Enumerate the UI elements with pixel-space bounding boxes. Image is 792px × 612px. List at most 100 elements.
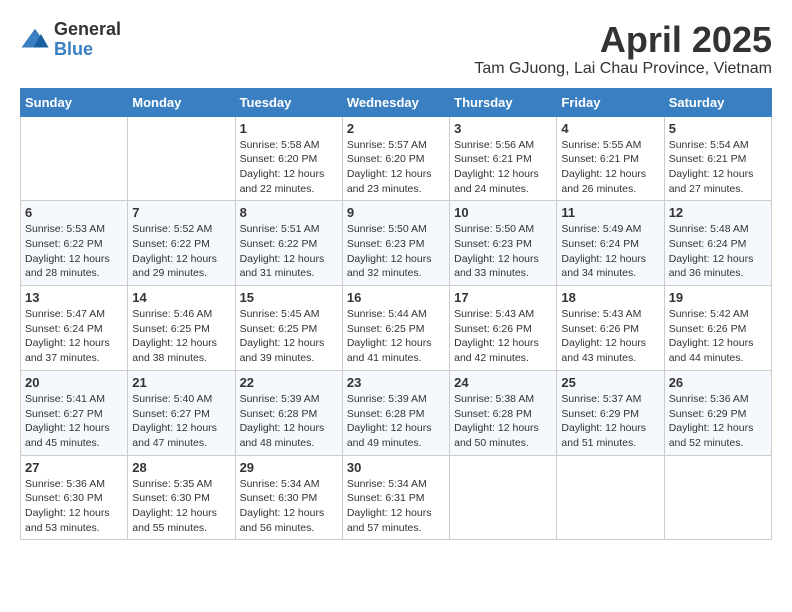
calendar-cell: 30Sunrise: 5:34 AM Sunset: 6:31 PM Dayli… <box>342 455 449 540</box>
cell-content: Sunrise: 5:44 AM Sunset: 6:25 PM Dayligh… <box>347 307 445 366</box>
weekday-header-wednesday: Wednesday <box>342 88 449 116</box>
cell-content: Sunrise: 5:53 AM Sunset: 6:22 PM Dayligh… <box>25 222 123 281</box>
cell-content: Sunrise: 5:43 AM Sunset: 6:26 PM Dayligh… <box>454 307 552 366</box>
calendar-cell: 10 Sunrise: 5:50 AM Sunset: 6:23 PM Dayli… <box>450 201 557 286</box>
cell-content: Sunrise: 5:43 AM Sunset: 6:26 PM Dayligh… <box>561 307 659 366</box>
calendar-cell: 11 Sunrise: 5:49 AM Sunset: 6:24 PM Dayli… <box>557 201 664 286</box>
calendar-cell: 17 Sunrise: 5:43 AM Sunset: 6:26 PM Dayli… <box>450 286 557 371</box>
day-number: 2 <box>347 121 445 136</box>
calendar-cell <box>557 455 664 540</box>
cell-content: Sunrise: 5:49 AM Sunset: 6:24 PM Dayligh… <box>561 222 659 281</box>
cell-content: Sunrise: 5:37 AM Sunset: 6:29 PM Dayligh… <box>561 392 659 451</box>
cell-content: Sunrise: 5:34 AM Sunset: 6:30 PM Dayligh… <box>240 477 338 536</box>
calendar-cell: 20 Sunrise: 5:41 AM Sunset: 6:27 PM Dayli… <box>21 370 128 455</box>
calendar-cell: 18 Sunrise: 5:43 AM Sunset: 6:26 PM Dayli… <box>557 286 664 371</box>
calendar-cell: 15 Sunrise: 5:45 AM Sunset: 6:25 PM Dayli… <box>235 286 342 371</box>
day-number: 29 <box>240 460 338 475</box>
day-number: 11 <box>561 205 659 220</box>
logo-blue: Blue <box>54 40 121 60</box>
cell-content: Sunrise: 5:48 AM Sunset: 6:24 PM Dayligh… <box>669 222 767 281</box>
location-subtitle: Tam GJuong, Lai Chau Province, Vietnam <box>474 60 772 78</box>
calendar-week-row: 6Sunrise: 5:53 AM Sunset: 6:22 PM Daylig… <box>21 201 772 286</box>
day-number: 28 <box>132 460 230 475</box>
calendar-cell: 26 Sunrise: 5:36 AM Sunset: 6:29 PM Dayli… <box>664 370 771 455</box>
cell-content: Sunrise: 5:38 AM Sunset: 6:28 PM Dayligh… <box>454 392 552 451</box>
day-number: 12 <box>669 205 767 220</box>
cell-content: Sunrise: 5:35 AM Sunset: 6:30 PM Dayligh… <box>132 477 230 536</box>
day-number: 3 <box>454 121 552 136</box>
cell-content: Sunrise: 5:54 AM Sunset: 6:21 PM Dayligh… <box>669 138 767 197</box>
day-number: 1 <box>240 121 338 136</box>
cell-content: Sunrise: 5:56 AM Sunset: 6:21 PM Dayligh… <box>454 138 552 197</box>
logo-general: General <box>54 20 121 40</box>
logo: General Blue <box>20 20 121 60</box>
calendar-table: SundayMondayTuesdayWednesdayThursdayFrid… <box>20 88 772 541</box>
logo-text: General Blue <box>54 20 121 60</box>
day-number: 20 <box>25 375 123 390</box>
day-number: 14 <box>132 290 230 305</box>
day-number: 17 <box>454 290 552 305</box>
weekday-header-friday: Friday <box>557 88 664 116</box>
calendar-cell: 3 Sunrise: 5:56 AM Sunset: 6:21 PM Daylig… <box>450 116 557 201</box>
calendar-cell: 12 Sunrise: 5:48 AM Sunset: 6:24 PM Dayli… <box>664 201 771 286</box>
calendar-cell: 7Sunrise: 5:52 AM Sunset: 6:22 PM Daylig… <box>128 201 235 286</box>
calendar-cell: 21 Sunrise: 5:40 AM Sunset: 6:27 PM Dayli… <box>128 370 235 455</box>
cell-content: Sunrise: 5:41 AM Sunset: 6:27 PM Dayligh… <box>25 392 123 451</box>
cell-content: Sunrise: 5:50 AM Sunset: 6:23 PM Dayligh… <box>454 222 552 281</box>
cell-content: Sunrise: 5:40 AM Sunset: 6:27 PM Dayligh… <box>132 392 230 451</box>
weekday-header-thursday: Thursday <box>450 88 557 116</box>
day-number: 23 <box>347 375 445 390</box>
calendar-cell: 2Sunrise: 5:57 AM Sunset: 6:20 PM Daylig… <box>342 116 449 201</box>
cell-content: Sunrise: 5:39 AM Sunset: 6:28 PM Dayligh… <box>240 392 338 451</box>
day-number: 8 <box>240 205 338 220</box>
calendar-cell <box>450 455 557 540</box>
cell-content: Sunrise: 5:47 AM Sunset: 6:24 PM Dayligh… <box>25 307 123 366</box>
calendar-cell: 29 Sunrise: 5:34 AM Sunset: 6:30 PM Dayli… <box>235 455 342 540</box>
cell-content: Sunrise: 5:36 AM Sunset: 6:30 PM Dayligh… <box>25 477 123 536</box>
cell-content: Sunrise: 5:52 AM Sunset: 6:22 PM Dayligh… <box>132 222 230 281</box>
weekday-header-monday: Monday <box>128 88 235 116</box>
day-number: 25 <box>561 375 659 390</box>
calendar-cell: 6Sunrise: 5:53 AM Sunset: 6:22 PM Daylig… <box>21 201 128 286</box>
cell-content: Sunrise: 5:55 AM Sunset: 6:21 PM Dayligh… <box>561 138 659 197</box>
cell-content: Sunrise: 5:42 AM Sunset: 6:26 PM Dayligh… <box>669 307 767 366</box>
cell-content: Sunrise: 5:46 AM Sunset: 6:25 PM Dayligh… <box>132 307 230 366</box>
day-number: 19 <box>669 290 767 305</box>
calendar-cell: 5 Sunrise: 5:54 AM Sunset: 6:21 PM Daylig… <box>664 116 771 201</box>
logo-icon <box>20 25 50 55</box>
day-number: 4 <box>561 121 659 136</box>
day-number: 9 <box>347 205 445 220</box>
cell-content: Sunrise: 5:34 AM Sunset: 6:31 PM Dayligh… <box>347 477 445 536</box>
weekday-header-saturday: Saturday <box>664 88 771 116</box>
day-number: 15 <box>240 290 338 305</box>
calendar-cell: 23Sunrise: 5:39 AM Sunset: 6:28 PM Dayli… <box>342 370 449 455</box>
cell-content: Sunrise: 5:36 AM Sunset: 6:29 PM Dayligh… <box>669 392 767 451</box>
day-number: 26 <box>669 375 767 390</box>
calendar-cell: 16 Sunrise: 5:44 AM Sunset: 6:25 PM Dayli… <box>342 286 449 371</box>
calendar-header-row: SundayMondayTuesdayWednesdayThursdayFrid… <box>21 88 772 116</box>
day-number: 10 <box>454 205 552 220</box>
calendar-cell: 27Sunrise: 5:36 AM Sunset: 6:30 PM Dayli… <box>21 455 128 540</box>
calendar-week-row: 1 Sunrise: 5:58 AM Sunset: 6:20 PM Daylig… <box>21 116 772 201</box>
calendar-cell: 28 Sunrise: 5:35 AM Sunset: 6:30 PM Dayli… <box>128 455 235 540</box>
month-title: April 2025 <box>474 20 772 60</box>
calendar-cell: 9 Sunrise: 5:50 AM Sunset: 6:23 PM Daylig… <box>342 201 449 286</box>
calendar-week-row: 13 Sunrise: 5:47 AM Sunset: 6:24 PM Dayli… <box>21 286 772 371</box>
day-number: 21 <box>132 375 230 390</box>
day-number: 5 <box>669 121 767 136</box>
day-number: 16 <box>347 290 445 305</box>
day-number: 18 <box>561 290 659 305</box>
calendar-cell: 22Sunrise: 5:39 AM Sunset: 6:28 PM Dayli… <box>235 370 342 455</box>
cell-content: Sunrise: 5:58 AM Sunset: 6:20 PM Dayligh… <box>240 138 338 197</box>
calendar-cell: 25 Sunrise: 5:37 AM Sunset: 6:29 PM Dayli… <box>557 370 664 455</box>
calendar-cell: 14 Sunrise: 5:46 AM Sunset: 6:25 PM Dayli… <box>128 286 235 371</box>
cell-content: Sunrise: 5:45 AM Sunset: 6:25 PM Dayligh… <box>240 307 338 366</box>
calendar-body: 1 Sunrise: 5:58 AM Sunset: 6:20 PM Daylig… <box>21 116 772 540</box>
calendar-cell: 4 Sunrise: 5:55 AM Sunset: 6:21 PM Daylig… <box>557 116 664 201</box>
cell-content: Sunrise: 5:50 AM Sunset: 6:23 PM Dayligh… <box>347 222 445 281</box>
calendar-week-row: 27Sunrise: 5:36 AM Sunset: 6:30 PM Dayli… <box>21 455 772 540</box>
day-number: 24 <box>454 375 552 390</box>
calendar-cell: 24 Sunrise: 5:38 AM Sunset: 6:28 PM Dayli… <box>450 370 557 455</box>
day-number: 13 <box>25 290 123 305</box>
calendar-cell <box>21 116 128 201</box>
